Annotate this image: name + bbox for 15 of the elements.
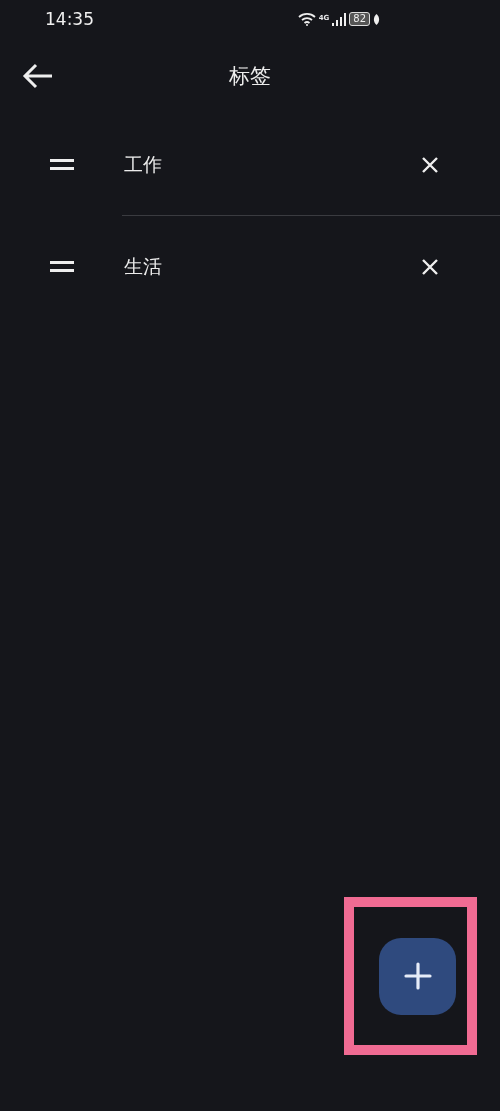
back-button[interactable] <box>22 62 54 90</box>
status-time: 14:35 <box>45 9 94 29</box>
tag-label: 工作 <box>124 152 163 177</box>
drag-handle-icon[interactable] <box>50 260 74 274</box>
drag-handle-icon[interactable] <box>50 158 74 172</box>
add-button[interactable] <box>379 937 456 1015</box>
tag-label: 生活 <box>124 254 163 279</box>
close-button[interactable] <box>420 155 440 175</box>
page-title: 标签 <box>229 63 271 90</box>
signal-icon <box>332 12 347 26</box>
close-button[interactable] <box>420 257 440 277</box>
leaf-icon <box>373 13 380 25</box>
wifi-icon <box>297 12 316 26</box>
plus-icon <box>403 962 432 990</box>
battery-level: 82 <box>349 12 370 26</box>
